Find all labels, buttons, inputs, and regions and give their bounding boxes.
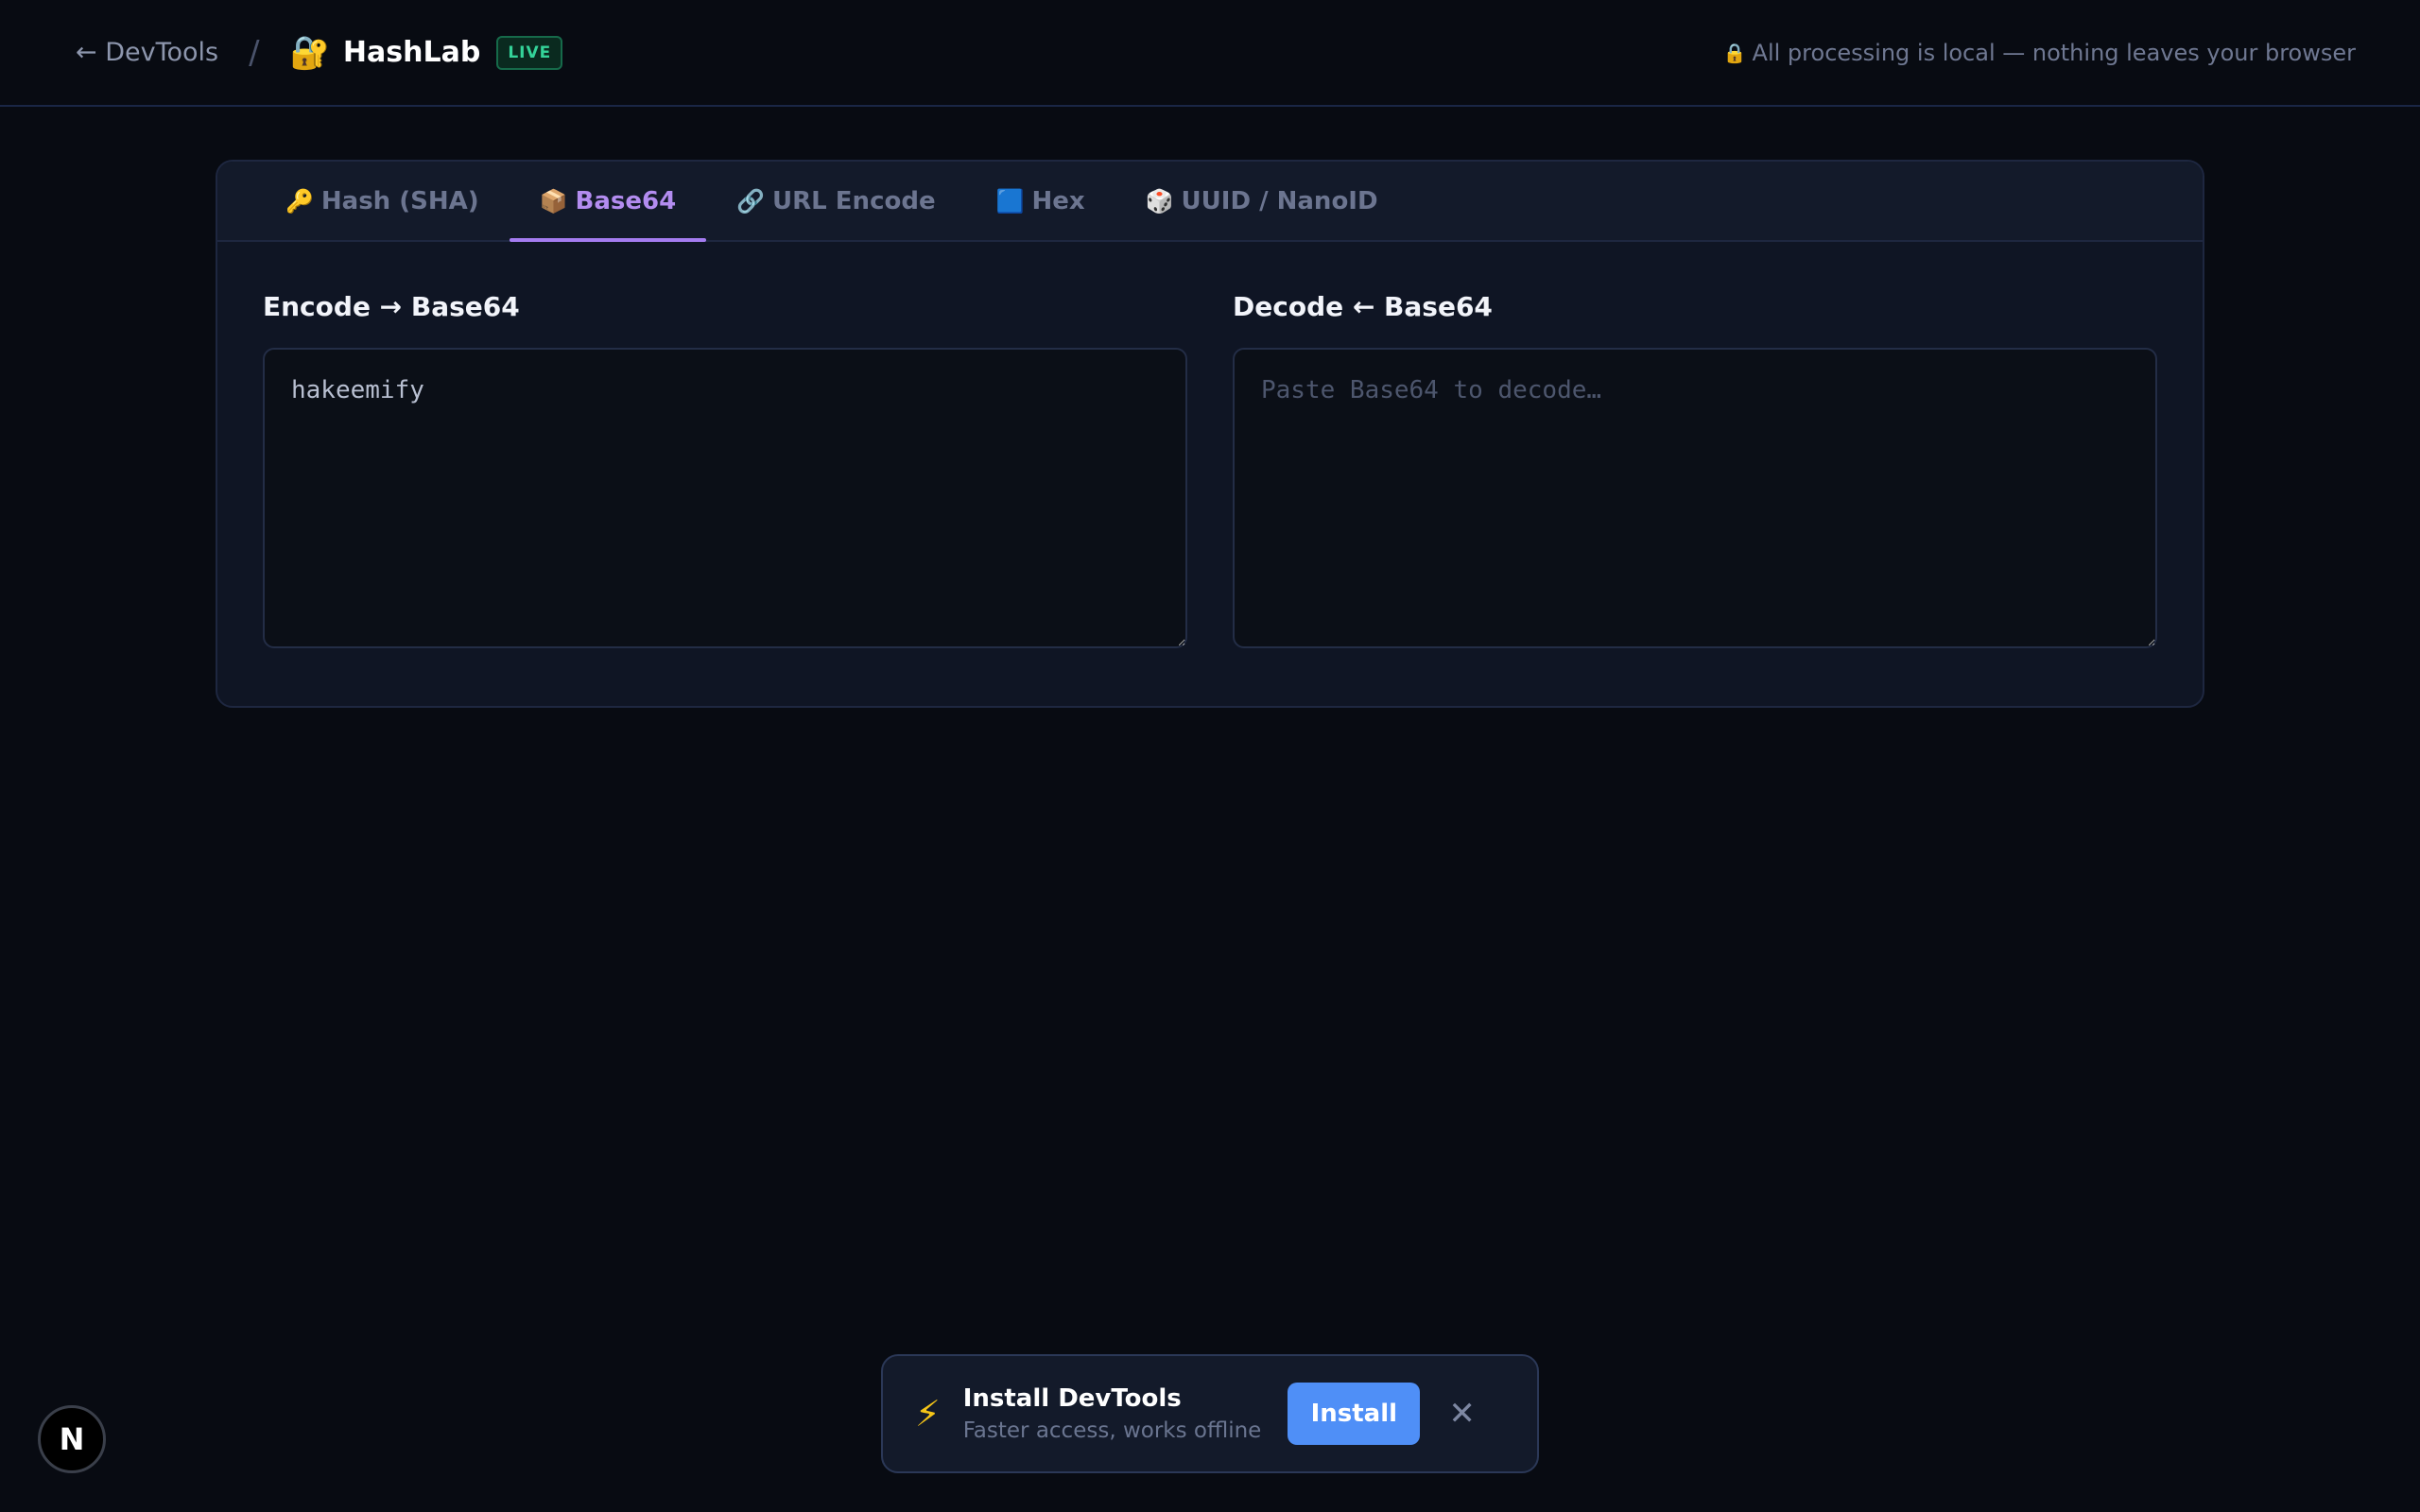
top-header: ← DevTools / 🔐 HashLab LIVE 🔒 All proces… — [0, 0, 2420, 107]
tool-card: 🔑 Hash (SHA) 📦 Base64 🔗 URL Encode 🟦 Hex… — [216, 160, 2204, 708]
tab-label: Base64 — [575, 186, 677, 215]
decode-label: Decode ← Base64 — [1233, 291, 1493, 322]
key-icon: 🔑 — [285, 187, 314, 215]
nextjs-dev-button[interactable]: N — [38, 1405, 106, 1473]
live-badge: LIVE — [496, 35, 563, 70]
install-button[interactable]: Install — [1288, 1383, 1421, 1445]
app-title: HashLab — [342, 36, 481, 69]
base64-panels: Encode → Base64 Decode ← Base64 — [217, 242, 2203, 652]
install-prompt-subtitle: Faster access, works offline — [962, 1418, 1262, 1443]
tab-label: Hex — [1031, 186, 1085, 215]
install-prompt-title: Install DevTools — [962, 1384, 1182, 1413]
tab-label: Hash (SHA) — [320, 186, 479, 215]
tab-base64[interactable]: 📦 Base64 — [509, 162, 707, 242]
install-prompt: ⚡ Install DevTools Faster access, works … — [881, 1354, 1539, 1473]
link-icon: 🔗 — [736, 187, 766, 215]
lightning-icon: ⚡ — [915, 1393, 941, 1435]
tool-tabs: 🔑 Hash (SHA) 📦 Base64 🔗 URL Encode 🟦 Hex… — [217, 162, 2203, 242]
tab-uuid-nanoid[interactable]: 🎲 UUID / NanoID — [1115, 162, 1409, 240]
tab-hex[interactable]: 🟦 Hex — [966, 162, 1115, 240]
encode-label: Encode → Base64 — [263, 291, 520, 322]
privacy-note: 🔒 All processing is local — nothing leav… — [1723, 40, 2356, 66]
back-to-devtools-link[interactable]: ← DevTools — [76, 38, 218, 67]
tab-label: URL Encode — [772, 186, 936, 215]
encode-input[interactable] — [263, 348, 1187, 648]
tab-hash-sha[interactable]: 🔑 Hash (SHA) — [255, 162, 510, 240]
tab-label: UUID / NanoID — [1181, 186, 1378, 215]
install-prompt-text: Install DevTools Faster access, works of… — [963, 1384, 1262, 1443]
decode-input[interactable] — [1233, 348, 2157, 648]
encode-panel: Encode → Base64 — [263, 291, 1187, 652]
dice-icon: 🎲 — [1145, 187, 1174, 215]
lock-icon: 🔒 — [1722, 41, 1747, 64]
blue-square-icon: 🟦 — [995, 187, 1025, 215]
privacy-text: All processing is local — nothing leaves… — [1752, 39, 2356, 66]
tab-url-encode[interactable]: 🔗 URL Encode — [706, 162, 965, 240]
lock-key-icon: 🔐 — [289, 33, 330, 72]
breadcrumb-separator: / — [249, 33, 260, 72]
close-icon[interactable]: ✕ — [1448, 1395, 1476, 1433]
decode-panel: Decode ← Base64 — [1233, 291, 2157, 652]
package-icon: 📦 — [539, 187, 568, 215]
